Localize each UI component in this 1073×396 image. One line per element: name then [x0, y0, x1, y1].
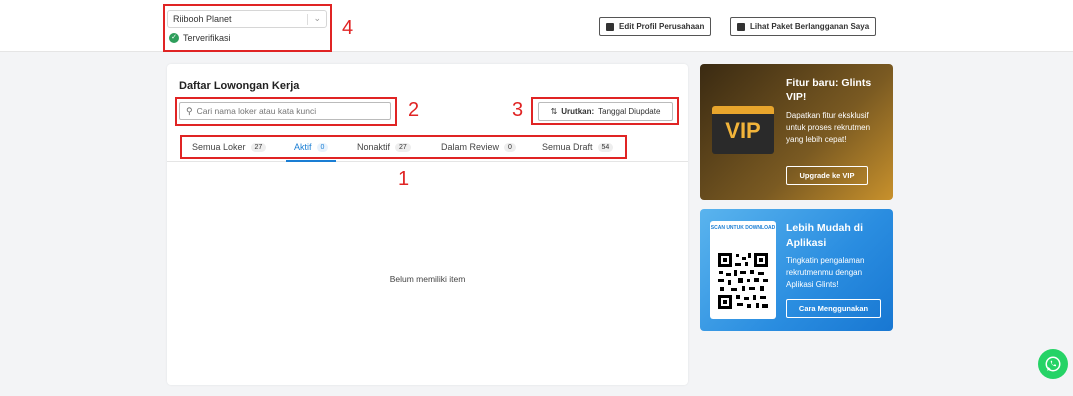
vip-badge-icon: VIP	[712, 106, 774, 154]
vip-promo-card: VIP Fitur baru: Glints VIP! Dapatkan fit…	[700, 64, 893, 200]
annotation-box-3	[531, 97, 679, 125]
annotation-box-1	[180, 135, 627, 159]
qr-card: SCAN UNTUK DOWNLOAD	[710, 221, 776, 319]
receipt-icon	[737, 22, 745, 31]
how-to-use-button[interactable]: Cara Menggunakan	[786, 299, 881, 318]
app-title: Lebih Mudah di Aplikasi	[786, 222, 863, 249]
app-description: Tingkatin pengalaman rekrutmenmu dengan …	[786, 256, 865, 289]
annotation-box-2	[175, 97, 397, 126]
page-title: Daftar Lowongan Kerja	[179, 80, 300, 92]
annotation-number-1: 1	[398, 168, 410, 190]
subscription-label: Lihat Paket Berlangganan Saya	[750, 22, 870, 31]
annotation-number-4: 4	[342, 17, 354, 39]
app-promo-card: SCAN UNTUK DOWNLOAD Lebih Mudah di Aplik…	[700, 209, 893, 331]
annotation-number-3: 3	[512, 99, 524, 121]
qr-code-icon	[716, 251, 770, 311]
subscription-button[interactable]: Lihat Paket Berlangganan Saya	[730, 17, 877, 36]
whatsapp-button[interactable]	[1038, 349, 1068, 379]
building-icon	[606, 22, 614, 31]
vip-title: Fitur baru: Glints VIP!	[786, 77, 872, 103]
edit-profile-button[interactable]: Edit Profil Perusahaan	[599, 17, 712, 36]
empty-state-text: Belum memiliki item	[389, 274, 466, 284]
vip-badge-text: VIP	[725, 118, 761, 143]
annotation-box-4	[163, 4, 332, 52]
upgrade-vip-button[interactable]: Upgrade ke VIP	[786, 166, 868, 185]
edit-profile-label: Edit Profil Perusahaan	[619, 22, 705, 31]
top-bar: Riibooh Planet ⌄ ✓ Terverifikasi Edit Pr…	[0, 0, 1073, 52]
whatsapp-icon	[1045, 356, 1061, 372]
active-tab-indicator	[286, 160, 336, 162]
qr-label: SCAN UNTUK DOWNLOAD	[710, 225, 776, 231]
annotation-number-2: 2	[408, 99, 420, 121]
vip-description: Dapatkan fitur eksklusif untuk proses re…	[786, 111, 871, 144]
